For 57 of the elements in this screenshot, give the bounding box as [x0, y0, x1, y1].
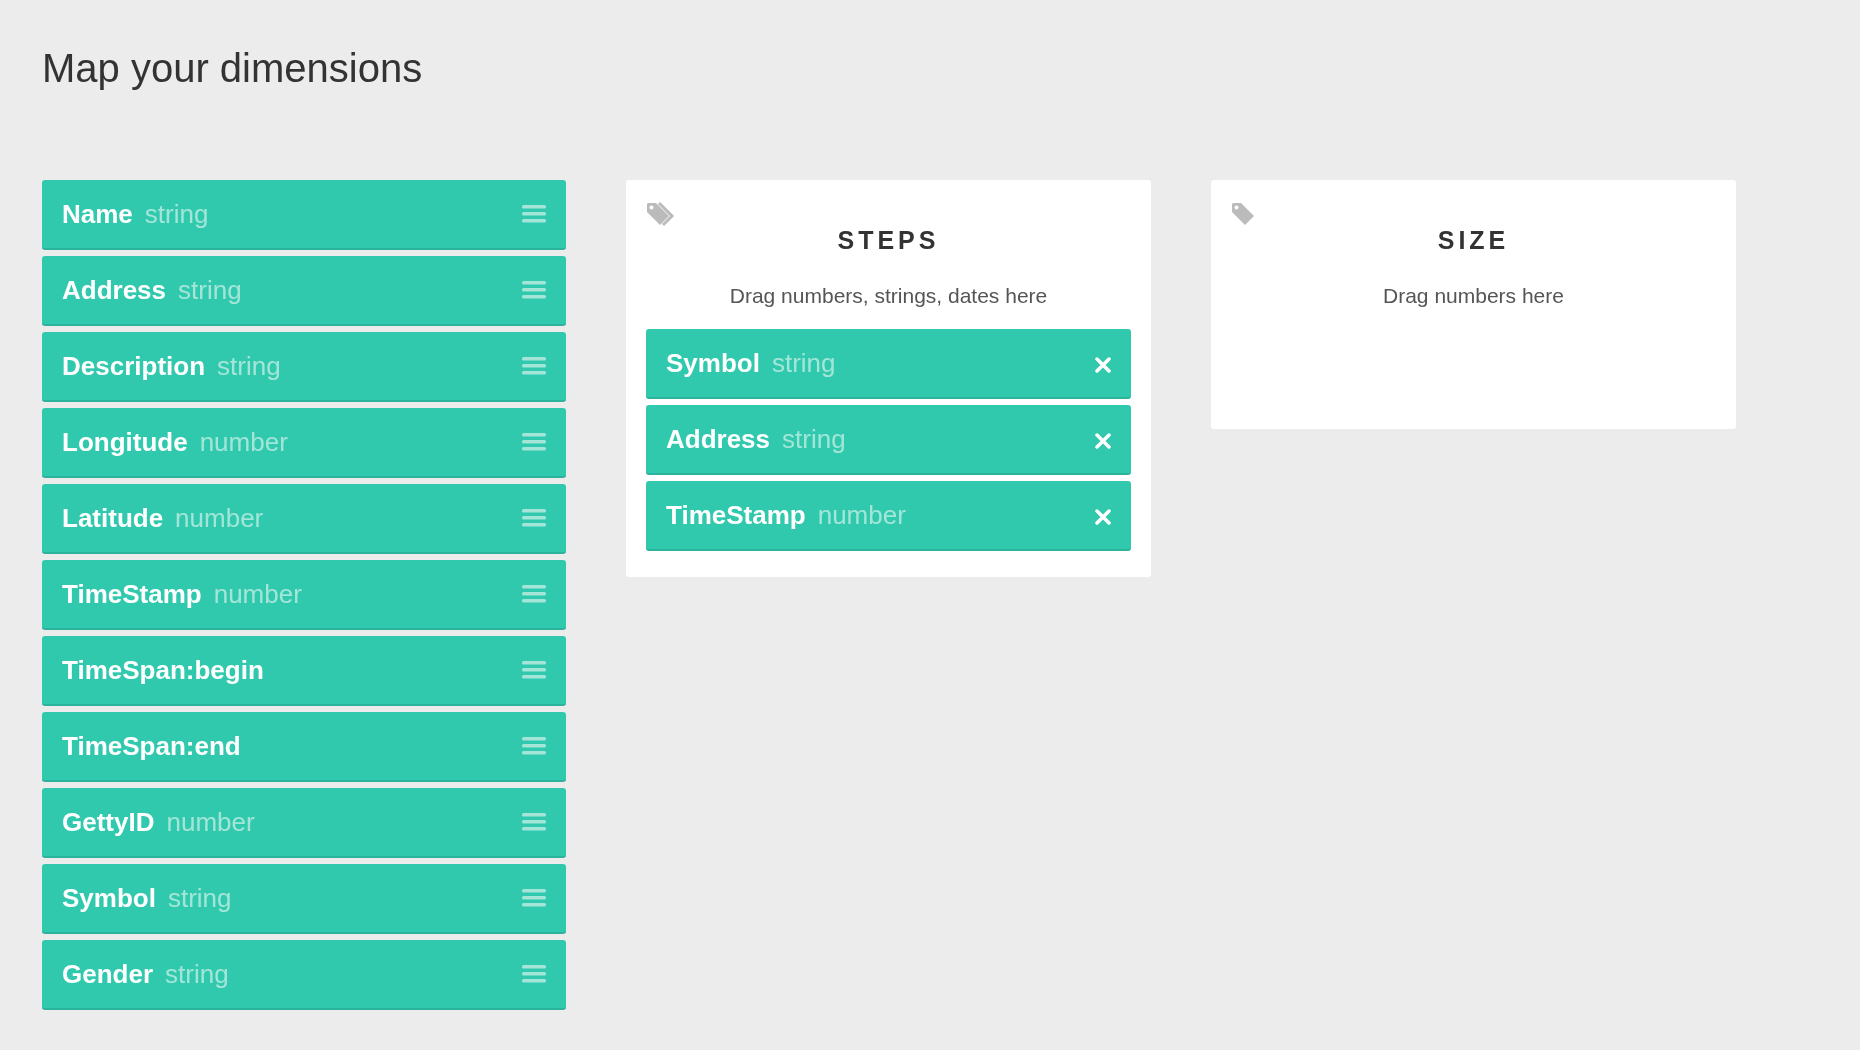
dimension-type: number — [213, 581, 302, 607]
dimension-pill[interactable]: TimeSpan:end — [42, 712, 566, 782]
drop-hint: Drag numbers here — [1382, 282, 1565, 309]
dimension-name: Symbol — [62, 885, 156, 911]
dimension-name: Name — [62, 201, 133, 227]
dimension-type: number — [817, 502, 906, 528]
dimension-name: Gender — [62, 961, 154, 987]
drag-handle-icon[interactable] — [522, 509, 546, 527]
dimension-type: string — [167, 885, 232, 911]
dimension-pill[interactable]: TimeSpan:begin — [42, 636, 566, 706]
dimension-name: TimeStamp — [62, 581, 202, 607]
dimension-type: string — [178, 277, 242, 303]
dimension-pill[interactable]: GettyID number — [42, 788, 566, 858]
dimension-name: Address — [62, 277, 167, 303]
drag-handle-icon[interactable] — [522, 965, 546, 983]
drag-handle-icon[interactable] — [522, 433, 546, 451]
dimension-type: number — [199, 429, 288, 455]
dimension-type: number — [166, 809, 255, 835]
dimension-name: TimeStamp — [666, 502, 806, 528]
dimension-pill[interactable]: Name string — [42, 180, 566, 250]
dimension-pill[interactable]: Address string — [646, 405, 1131, 475]
dimension-type: number — [175, 505, 264, 531]
card-title: SIZE — [1436, 225, 1511, 256]
dimension-type: string — [217, 353, 281, 379]
drop-hint: Drag numbers, strings, dates here — [728, 282, 1049, 309]
drag-handle-icon[interactable] — [522, 737, 546, 755]
drag-handle-icon[interactable] — [522, 661, 546, 679]
dimension-pill[interactable]: Description string — [42, 332, 566, 402]
dimension-name: Address — [666, 426, 771, 452]
dimension-name: Description — [62, 353, 206, 379]
dimension-pill[interactable]: Longitude number — [42, 408, 566, 478]
dimension-pill[interactable]: Address string — [42, 256, 566, 326]
dimension-pill[interactable]: TimeStamp number — [42, 560, 566, 630]
drag-handle-icon[interactable] — [522, 281, 546, 299]
dimension-name: Latitude — [62, 505, 164, 531]
page-title: Map your dimensions — [42, 45, 424, 92]
dimension-name: TimeSpan:begin — [62, 657, 264, 683]
dimension-type: string — [165, 961, 229, 987]
dimension-pill[interactable]: Latitude number — [42, 484, 566, 554]
tag-icon — [1231, 202, 1255, 226]
dimension-type: string — [144, 201, 209, 227]
drag-handle-icon[interactable] — [522, 585, 546, 603]
dimension-pill[interactable]: TimeStamp number — [646, 481, 1131, 551]
drag-handle-icon[interactable] — [522, 813, 546, 831]
drag-handle-icon[interactable] — [522, 205, 546, 223]
dimension-name: Longitude — [62, 429, 188, 455]
dimension-pill[interactable]: Symbol string — [646, 329, 1131, 399]
dimension-pill[interactable]: Symbol string — [42, 864, 566, 934]
drag-handle-icon[interactable] — [522, 357, 546, 375]
dimension-name: GettyID — [62, 809, 155, 835]
dimension-name: TimeSpan:end — [62, 733, 241, 759]
dimension-pill[interactable]: Gender string — [42, 940, 566, 1010]
card-title: STEPS — [836, 225, 941, 256]
drag-handle-icon[interactable] — [522, 889, 546, 907]
dimension-name: Symbol — [666, 350, 760, 376]
dimension-type: string — [771, 350, 836, 376]
dimension-type: string — [782, 426, 846, 452]
